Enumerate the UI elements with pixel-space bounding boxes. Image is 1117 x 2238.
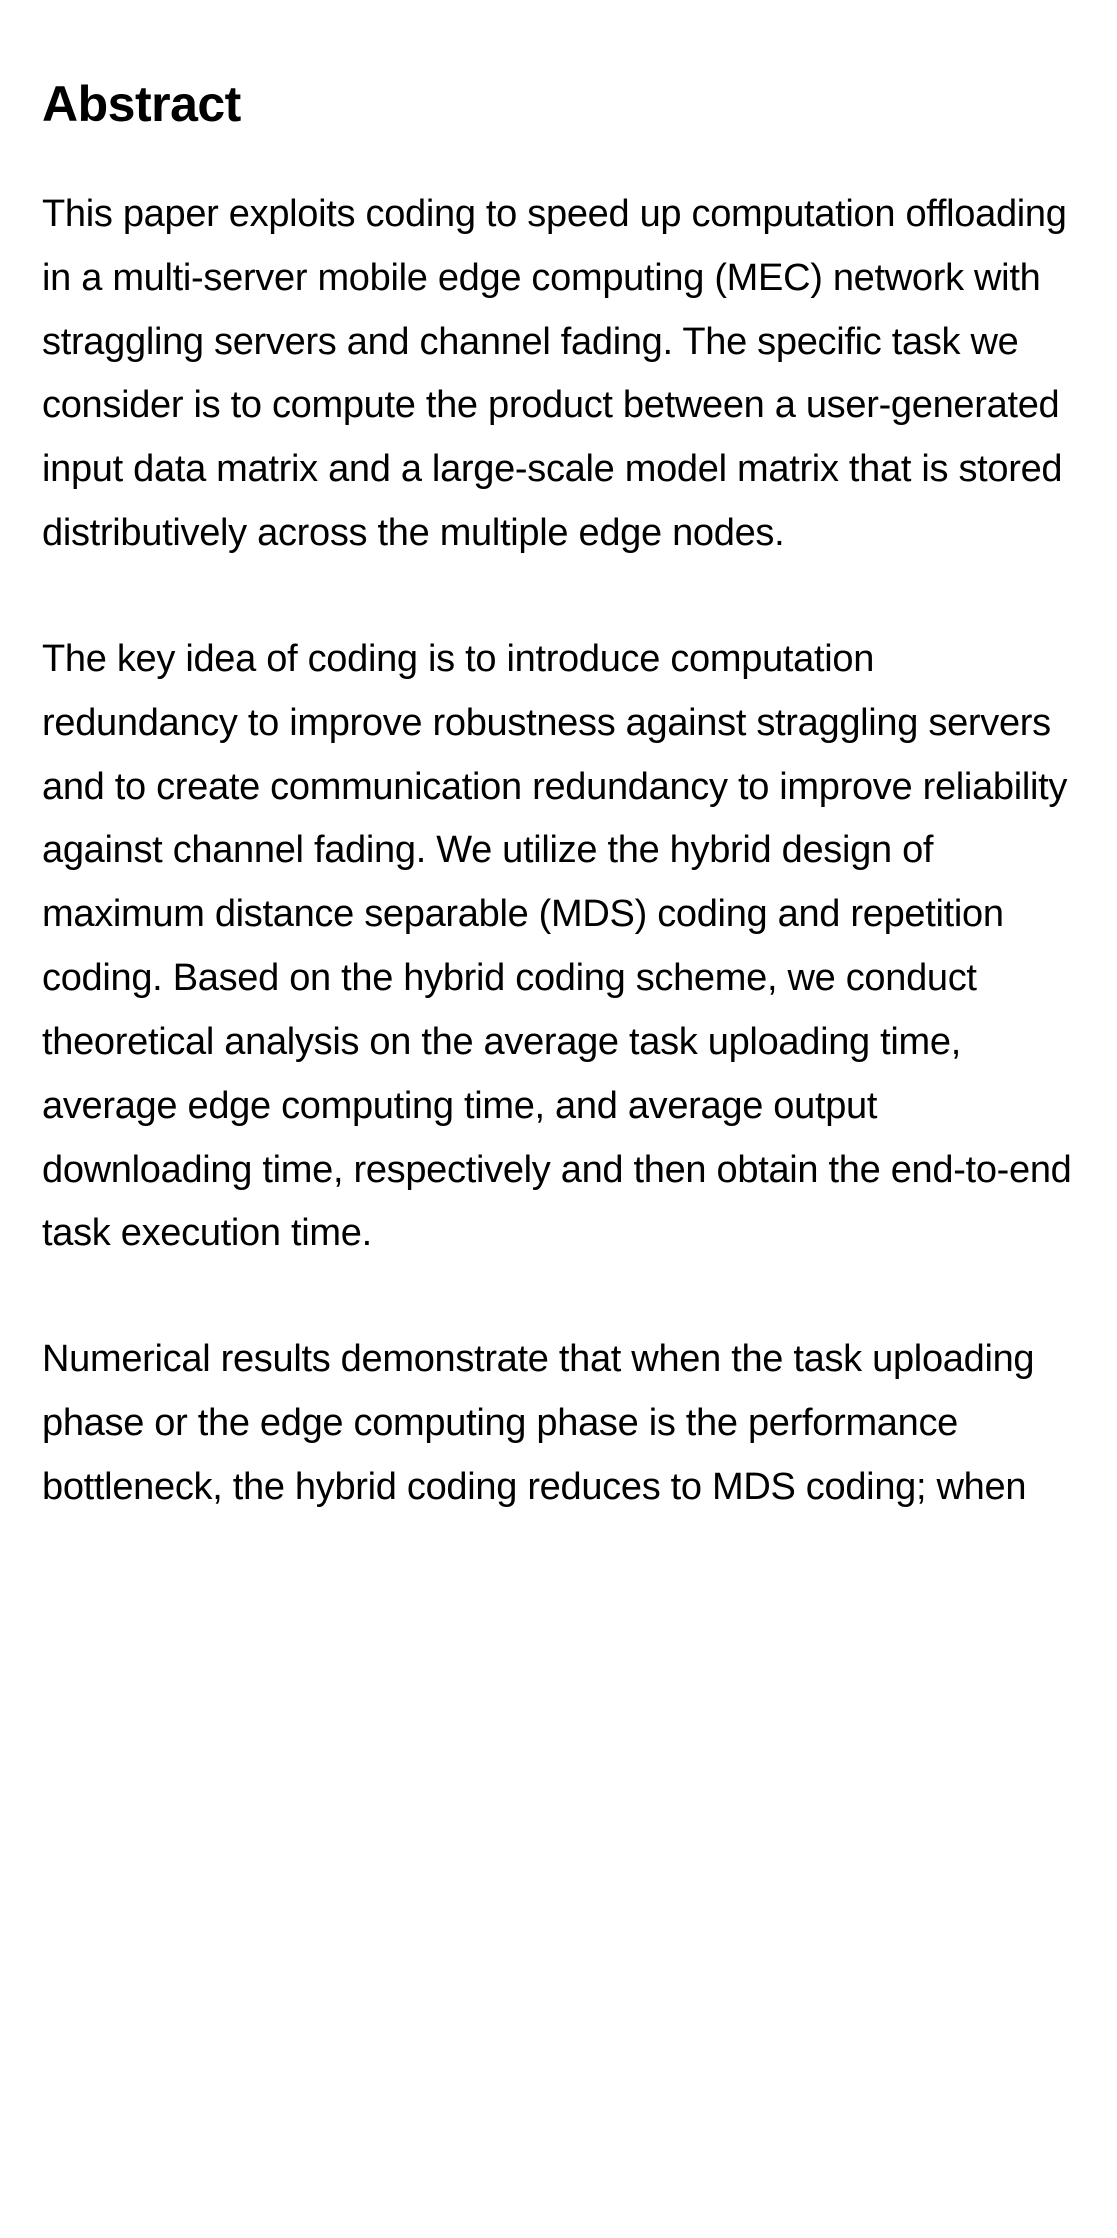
abstract-heading: Abstract <box>42 75 1075 133</box>
abstract-paragraph: This paper exploits coding to speed up c… <box>42 183 1075 566</box>
abstract-paragraph: The key idea of coding is to introduce c… <box>42 628 1075 1266</box>
abstract-paragraph: Numerical results demonstrate that when … <box>42 1328 1075 1519</box>
